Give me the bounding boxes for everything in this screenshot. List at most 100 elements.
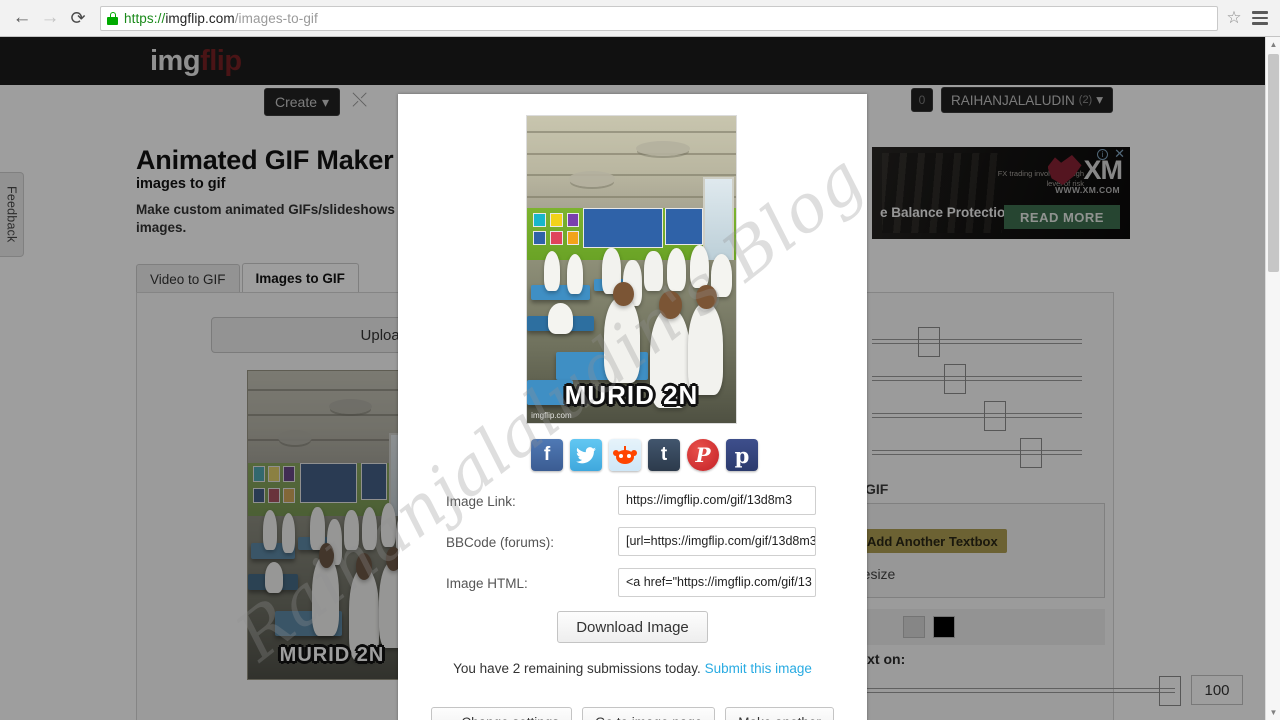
slider-track	[872, 339, 1082, 344]
logo-img-text: img	[150, 45, 201, 77]
slider-thumb[interactable]	[1020, 438, 1042, 468]
ad-close-icon[interactable]: ✕	[1114, 147, 1125, 160]
twitter-share-icon[interactable]	[570, 439, 602, 471]
slider-2[interactable]	[872, 360, 1102, 397]
feedback-tab[interactable]: Feedback	[0, 172, 24, 257]
change-settings-button[interactable]: ← Change settings	[431, 707, 572, 720]
page-scrollbar[interactable]: ▲ ▼	[1265, 37, 1280, 720]
username-label: RAIHANJALALUDIN	[951, 92, 1075, 108]
scrollbar-thumb[interactable]	[1268, 54, 1279, 272]
bbcode-input[interactable]: [url=https://imgflip.com/gif/13d8m3]	[618, 527, 816, 556]
logo-flip-text: flip	[200, 45, 242, 77]
submissions-text: You have 2 remaining submissions today.	[453, 661, 701, 676]
page-subtitle: images to gif	[136, 176, 226, 192]
submissions-status: You have 2 remaining submissions today. …	[398, 661, 867, 676]
scroll-down-icon[interactable]: ▼	[1266, 705, 1280, 720]
address-bar[interactable]: https://imgflip.com/images-to-gif	[100, 5, 1218, 31]
bbcode-label: BBCode (forums):	[446, 535, 555, 550]
opacity-thumb[interactable]	[1159, 676, 1181, 706]
image-link-row: Image Link: https://imgflip.com/gif/13d8…	[398, 486, 867, 518]
lock-icon	[107, 11, 118, 25]
opacity-slider-row: 100	[827, 675, 1243, 707]
slider-thumb[interactable]	[944, 364, 966, 394]
create-label: Create	[275, 94, 318, 110]
browser-toolbar: ← → ⟳ https://imgflip.com/images-to-gif …	[0, 0, 1280, 37]
gif-label: GIF	[865, 481, 889, 497]
create-button[interactable]: Create ▾	[264, 88, 341, 116]
image-link-input[interactable]: https://imgflip.com/gif/13d8m3	[618, 486, 816, 515]
slider-4[interactable]	[872, 434, 1102, 471]
social-share-buttons: f t P p	[531, 439, 758, 471]
color-controls	[843, 609, 1105, 645]
notification-badge[interactable]: 0	[911, 88, 933, 112]
plurk-share-icon[interactable]: p	[726, 439, 758, 471]
imgflip-logo[interactable]: imgflip	[150, 45, 242, 78]
modal-footer-buttons: ← Change settings Go to image page Make …	[398, 707, 867, 720]
add-another-textbox-button[interactable]: Add Another Textbox	[858, 529, 1007, 553]
image-thumbnail[interactable]: MURID 2N	[247, 370, 417, 680]
slider-track	[872, 376, 1082, 381]
gif-preview[interactable]: MURID 2N imgflip.com	[526, 115, 737, 424]
feedback-label: Feedback	[4, 186, 19, 243]
page-description: Make custom animated GIFs/slideshows ima…	[136, 202, 395, 235]
back-button[interactable]: ←	[8, 4, 36, 32]
forward-button[interactable]: →	[36, 4, 64, 32]
image-html-row: Image HTML: <a href="https://imgflip.com…	[398, 568, 867, 600]
user-menu-button[interactable]: RAIHANJALALUDIN (2) ▾	[941, 87, 1114, 113]
scroll-up-icon[interactable]: ▲	[1266, 37, 1280, 52]
download-image-button[interactable]: Download Image	[557, 611, 708, 643]
slider-1[interactable]	[872, 323, 1102, 360]
slider-track	[872, 413, 1082, 418]
page-viewport: imgflip Create ▾ ⤬ 0 RAIHANJALALUDIN (2)…	[0, 37, 1280, 720]
imgflip-watermark: imgflip.com	[531, 410, 572, 420]
bbcode-row: BBCode (forums): [url=https://imgflip.co…	[398, 527, 867, 559]
opacity-value[interactable]: 100	[1191, 675, 1243, 705]
color-swatch-light[interactable]	[903, 616, 925, 638]
chevron-down-icon: ▾	[1096, 92, 1104, 107]
settings-sliders	[872, 323, 1102, 471]
reddit-share-icon[interactable]	[609, 439, 641, 471]
tab-video-to-gif[interactable]: Video to GIF	[136, 264, 240, 293]
gif-caption: MURID 2N	[564, 379, 699, 410]
ad-headline: e Balance Protection	[880, 205, 1014, 220]
image-html-input[interactable]: <a href="https://imgflip.com/gif/13	[618, 568, 816, 597]
image-link-label: Image Link:	[446, 494, 516, 509]
reload-button[interactable]: ⟳	[64, 4, 92, 32]
facebook-share-icon[interactable]: f	[531, 439, 563, 471]
slider-track	[872, 450, 1082, 455]
ad-texture	[882, 153, 1002, 233]
opacity-track[interactable]	[827, 688, 1175, 693]
ad-url: WWW.XM.COM	[1055, 185, 1120, 195]
tab-images-to-gif[interactable]: Images to GIF	[241, 263, 359, 293]
image-html-label: Image HTML:	[446, 576, 528, 591]
slider-3[interactable]	[872, 397, 1102, 434]
share-modal: MURID 2N imgflip.com f t P p Image Link:…	[398, 94, 867, 720]
make-another-button[interactable]: Make another	[725, 707, 834, 720]
ad-info-icon[interactable]: i	[1097, 149, 1108, 160]
ad-cta-button[interactable]: READ MORE	[1004, 205, 1120, 229]
site-header: imgflip	[0, 37, 1266, 85]
slider-thumb[interactable]	[918, 327, 940, 357]
bookmark-star-icon[interactable]: ☆	[1224, 8, 1244, 28]
bull-icon	[1047, 155, 1082, 185]
menu-icon[interactable]	[1248, 6, 1272, 30]
url-path: /images-to-gif	[234, 10, 318, 26]
textbox-panel: Add Another Textbox resize	[843, 503, 1105, 598]
chevron-down-icon: ▾	[322, 93, 330, 110]
screen: ← → ⟳ https://imgflip.com/images-to-gif …	[0, 0, 1280, 720]
url-text: https://imgflip.com/images-to-gif	[124, 11, 318, 26]
submit-this-image-link[interactable]: Submit this image	[705, 661, 812, 676]
ad-logo: XM	[1047, 155, 1123, 185]
advertisement[interactable]: FX trading involves a high level of risk…	[872, 147, 1130, 239]
editor-tabs: Video to GIF Images to GIF	[136, 263, 359, 293]
color-swatch-black[interactable]	[933, 616, 955, 638]
tumblr-share-icon[interactable]: t	[648, 439, 680, 471]
pinterest-share-icon[interactable]: P	[687, 439, 719, 471]
user-count-label: (2)	[1078, 94, 1093, 106]
url-host: imgflip.com	[165, 10, 235, 26]
shuffle-icon[interactable]: ⤬	[352, 90, 367, 112]
page-title: Animated GIF Maker	[136, 145, 394, 175]
go-to-image-page-button[interactable]: Go to image page	[581, 707, 716, 720]
thumb-caption: MURID 2N	[279, 643, 385, 666]
slider-thumb[interactable]	[984, 401, 1006, 431]
